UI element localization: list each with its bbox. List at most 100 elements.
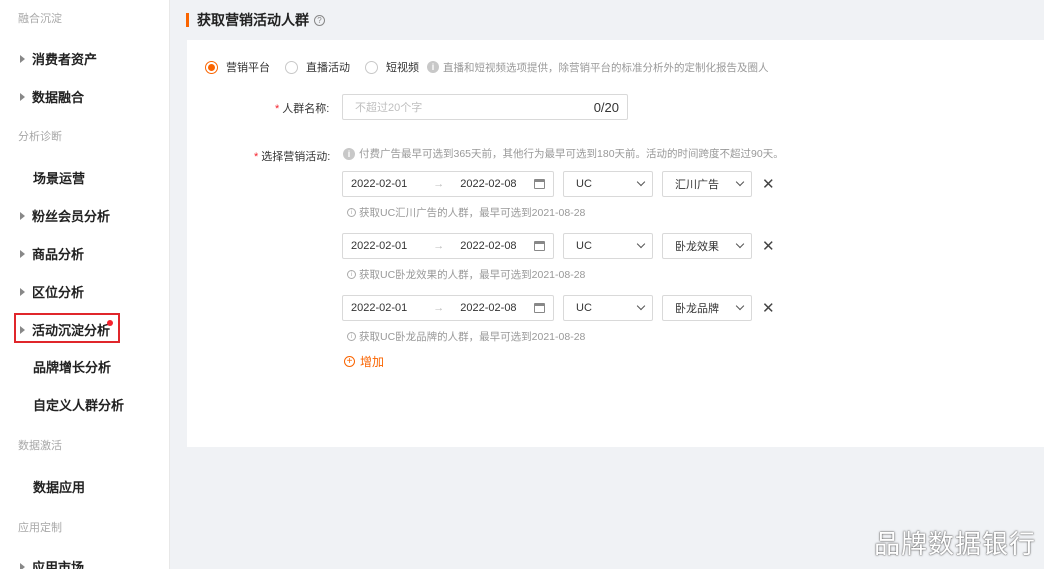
sidebar-item-label: 自定义人群分析 (33, 398, 125, 413)
sidebar-section-label: 数据激活 (18, 440, 62, 452)
activity-row: 2022-02-01 → 2022-02-08 UC 卧龙品牌 ✕ (342, 295, 775, 321)
select-value: UC (576, 240, 592, 252)
label-text: 选择营销活动: (261, 151, 331, 163)
add-activity-button[interactable]: + 增加 (344, 353, 384, 370)
sidebar-item-label: 区位分析 (32, 285, 85, 300)
select-value: 卧龙效果 (675, 241, 719, 253)
platform-select[interactable]: UC (563, 171, 653, 197)
platform-radio-group: 营销平台 直播活动 短视频 i 直播和短视频选项提供，除营销平台的标准分析外的定… (205, 59, 769, 75)
sidebar-item-label: 消费者资产 (32, 52, 98, 67)
chevron-down-icon (735, 177, 745, 187)
caret-right-icon (20, 249, 25, 258)
sidebar-item-label: 商品分析 (32, 247, 85, 262)
help-icon[interactable]: ? (314, 14, 325, 26)
activity-tip: i 付费广告最早可选到365天前，其他行为最早可选到180天前。活动的时间跨度不… (343, 146, 784, 161)
caret-right-icon (20, 54, 25, 63)
sidebar-item-scene-ops[interactable]: 场景运营 (33, 168, 85, 187)
label-text: 人群名称: (282, 103, 330, 115)
radio-short-video[interactable]: 短视频 (365, 59, 419, 75)
name-placeholder: 不超过20个字 (355, 102, 423, 114)
arrow-right-icon: → (433, 302, 445, 314)
info-icon: i (347, 332, 356, 341)
remove-row-close-icon[interactable]: ✕ (762, 299, 775, 317)
radio-label: 营销平台 (226, 62, 270, 74)
sidebar-item-activity-analysis[interactable]: 活动沉淀分析 (20, 320, 110, 339)
hint-text: 获取UC卧龙品牌的人群，最早可选到2021-08-28 (359, 331, 586, 343)
sidebar-item-data-apps[interactable]: 数据应用 (33, 477, 85, 496)
channel-select[interactable]: 汇川广告 (662, 171, 752, 197)
sidebar-item-custom-audience[interactable]: 自定义人群分析 (33, 395, 124, 414)
select-value: UC (576, 302, 592, 314)
remove-row-close-icon[interactable]: ✕ (762, 175, 775, 193)
activity-row-hint: i 获取UC卧龙品牌的人群，最早可选到2021-08-28 (347, 329, 585, 344)
start-date: 2022-02-01 (351, 240, 408, 252)
activity-row-hint: i 获取UC卧龙效果的人群，最早可选到2021-08-28 (347, 267, 585, 282)
sidebar-item-label: 应用市场 (32, 560, 85, 569)
platform-select[interactable]: UC (563, 295, 653, 321)
channel-select[interactable]: 卧龙品牌 (662, 295, 752, 321)
info-icon: i (343, 147, 355, 160)
accent-bar (186, 13, 189, 27)
activity-row: 2022-02-01 → 2022-02-08 UC 汇川广告 ✕ (342, 171, 775, 197)
sidebar-item-app-market[interactable]: 应用市场 (20, 557, 84, 569)
sidebar-item-label: 品牌增长分析 (33, 360, 112, 375)
sidebar-item-location-analysis[interactable]: 区位分析 (20, 282, 84, 301)
chevron-down-icon (735, 239, 745, 249)
channel-select[interactable]: 卧龙效果 (662, 233, 752, 259)
name-field-label: * 人群名称: (275, 100, 329, 116)
start-date: 2022-02-01 (351, 302, 408, 314)
chevron-down-icon (636, 301, 646, 311)
radio-unchecked-icon (365, 60, 378, 74)
sidebar-item-data-fusion[interactable]: 数据融合 (20, 87, 84, 106)
sidebar-item-label: 活动沉淀分析 (32, 323, 111, 338)
main-content: 获取营销活动人群 ? 营销平台 直播活动 短视频 i 直播和短视频选项提供，除营… (170, 0, 1044, 569)
remove-row-close-icon[interactable]: ✕ (762, 237, 775, 255)
sidebar-item-label: 数据融合 (32, 90, 85, 105)
activity-row: 2022-02-01 → 2022-02-08 UC 卧龙效果 ✕ (342, 233, 775, 259)
platform-select[interactable]: UC (563, 233, 653, 259)
caret-right-icon (20, 562, 25, 569)
sidebar-item-brand-growth[interactable]: 品牌增长分析 (33, 357, 111, 376)
radio-live-activity[interactable]: 直播活动 (285, 59, 350, 75)
sidebar-section-label: 分析诊断 (18, 131, 62, 143)
add-label: 增加 (360, 355, 385, 369)
info-icon: i (427, 61, 439, 73)
chevron-down-icon (735, 301, 745, 311)
date-range-picker[interactable]: 2022-02-01 → 2022-02-08 (342, 233, 554, 259)
caret-right-icon (20, 92, 25, 101)
sidebar-item-product-analysis[interactable]: 商品分析 (20, 244, 84, 263)
plus-circle-icon: + (344, 356, 355, 367)
date-range-picker[interactable]: 2022-02-01 → 2022-02-08 (342, 295, 554, 321)
radio-checked-icon (205, 60, 218, 74)
hint-text: 获取UC汇川广告的人群，最早可选到2021-08-28 (359, 207, 586, 219)
arrow-right-icon: → (433, 240, 445, 252)
info-icon: i (347, 208, 356, 217)
sidebar-item-consumer-assets[interactable]: 消费者资产 (20, 49, 97, 68)
sidebar-item-fans-members[interactable]: 粉丝会员分析 (20, 206, 110, 225)
activity-field-label: * 选择营销活动: (254, 148, 330, 164)
radio-label: 直播活动 (306, 62, 350, 74)
chevron-down-icon (636, 177, 646, 187)
sidebar-item-label: 粉丝会员分析 (32, 209, 111, 224)
calendar-icon (534, 179, 545, 189)
end-date: 2022-02-08 (460, 302, 517, 314)
sidebar: 融合沉淀 消费者资产 数据融合 分析诊断 场景运营 粉丝会员分析 商品分析 区位… (0, 0, 170, 569)
end-date: 2022-02-08 (460, 240, 517, 252)
activity-tip-text: 付费广告最早可选到365天前，其他行为最早可选到180天前。活动的时间跨度不超过… (359, 148, 784, 160)
caret-right-icon (20, 325, 25, 334)
radio-label: 短视频 (386, 62, 419, 74)
watermark: 品牌数据银行 (873, 529, 1036, 559)
radio-unchecked-icon (285, 60, 298, 74)
select-value: 卧龙品牌 (675, 303, 719, 315)
required-mark: * (275, 103, 280, 115)
form-card: 营销平台 直播活动 短视频 i 直播和短视频选项提供，除营销平台的标准分析外的定… (187, 40, 1044, 447)
audience-name-input[interactable]: 不超过20个字 0/20 (342, 94, 628, 120)
page-title: 获取营销活动人群 (197, 12, 309, 28)
radio-marketing-platform[interactable]: 营销平台 (205, 59, 270, 75)
select-value: 汇川广告 (675, 179, 719, 191)
date-range-picker[interactable]: 2022-02-01 → 2022-02-08 (342, 171, 554, 197)
activity-row-hint: i 获取UC汇川广告的人群，最早可选到2021-08-28 (347, 205, 585, 220)
page-header: 获取营销活动人群 ? (186, 10, 325, 30)
info-icon: i (347, 270, 356, 279)
calendar-icon (534, 241, 545, 251)
